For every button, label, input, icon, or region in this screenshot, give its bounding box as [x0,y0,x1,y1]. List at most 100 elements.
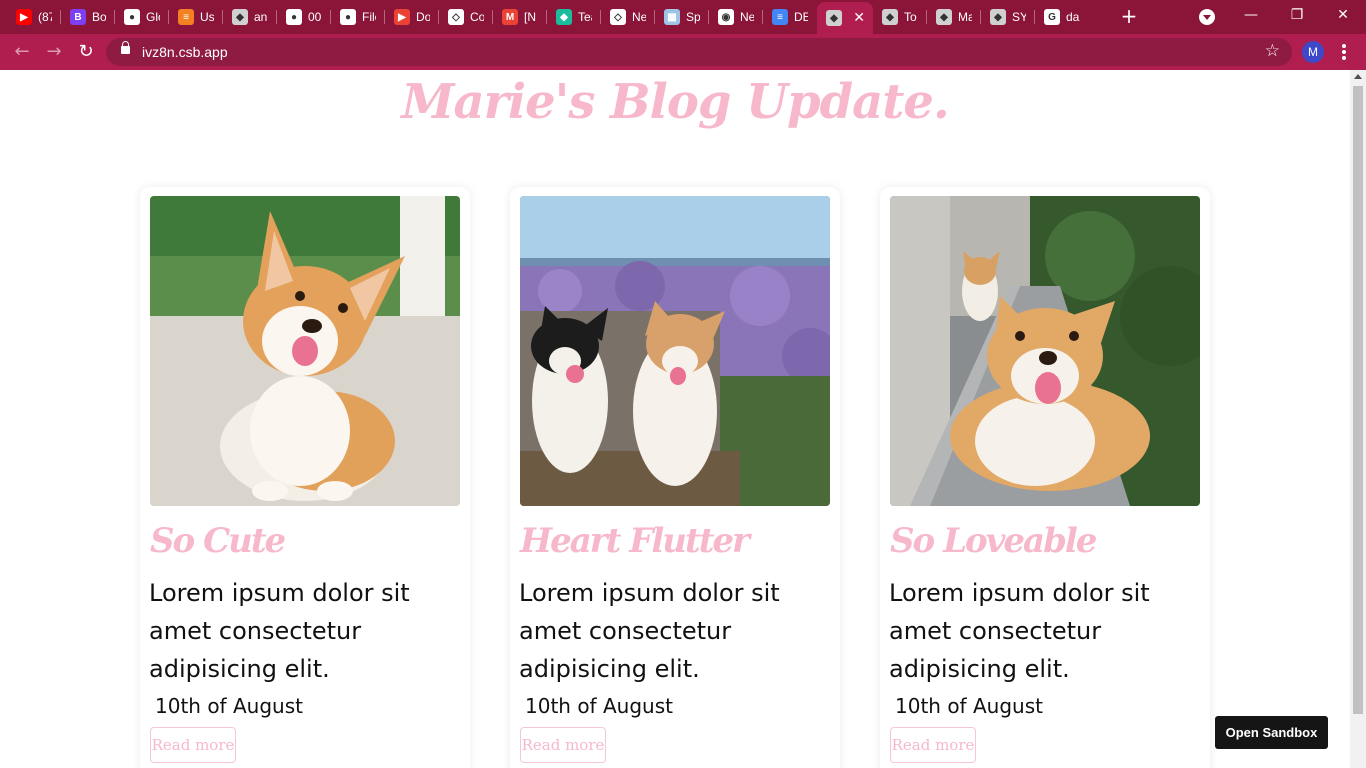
card-date: 10th of August [155,694,303,718]
lock-icon[interactable] [121,41,130,54]
browser-tab[interactable]: ▦ Spr [655,4,709,30]
scroll-up-icon[interactable] [1354,74,1362,79]
card-body: Lorem ipsum dolor sit amet consectetur a… [889,579,1150,683]
browser-tab[interactable]: M [N [493,4,547,30]
browser-tab[interactable]: ◉ Ne [709,4,763,30]
tab-title: Bo [92,10,106,24]
tab-favicon-icon: ● [124,9,140,25]
browser-tab[interactable]: B Bo [61,4,115,30]
blog-title: Marie's Blog Update. [401,74,949,130]
url-text[interactable]: ivz8n.csb.app [142,44,228,60]
tab-title: To [904,10,917,24]
browser-menu-icon[interactable] [1337,44,1351,60]
tab-favicon-icon: ◆ [826,10,842,26]
open-sandbox-button[interactable]: Open Sandbox [1215,716,1328,749]
tab-favicon-icon: ◆ [232,9,248,25]
tab-favicon-icon: ◆ [556,9,572,25]
tab-title: SY [1012,10,1026,24]
browser-tab[interactable]: ≡ DE [763,4,817,30]
tab-favicon-icon: ◇ [610,9,626,25]
back-button[interactable]: ← [10,40,34,64]
browser-tab[interactable]: ● File [331,4,385,30]
tab-favicon-icon: ▦ [664,9,680,25]
tab-title: Spr [686,10,700,24]
profile-avatar[interactable]: M [1302,41,1324,63]
minimize-button[interactable]: — [1228,0,1274,32]
corgi-photo [150,196,460,506]
tab-favicon-icon: ▶ [394,9,410,25]
tab-favicon-icon: ● [340,9,356,25]
browser-tab[interactable]: ◆ SY [981,4,1035,30]
tab-favicon-icon: ◇ [448,9,464,25]
tab-title: [N [524,10,536,24]
card-title: Heart Flutter [520,521,750,561]
browser-tab[interactable]: ◆ Ma [927,4,981,30]
corgis-flowers-photo [520,196,830,506]
page-viewport: Marie's Blog Update. So Cute Lorem ipsum… [0,70,1350,768]
tab-favicon-icon: ◆ [936,9,952,25]
browser-tab[interactable]: ▶ (87 [7,4,61,30]
tab-title: Co [470,10,484,24]
browser-tab[interactable]: ≡ Usi [169,4,223,30]
browser-tab[interactable]: ◆ Tea [547,4,601,30]
tab-favicon-icon: G [1044,9,1060,25]
bookmark-star-icon[interactable]: ☆ [1265,41,1280,61]
tab-title: File [362,10,376,24]
tab-favicon-icon: ≡ [178,9,194,25]
close-window-button[interactable]: ✕ [1320,0,1366,32]
page-scrollbar[interactable] [1350,70,1366,768]
card-title: So Loveable [890,521,1097,561]
tab-title: 00 [308,10,322,24]
new-tab-button[interactable]: + [1118,5,1140,27]
tab-title: Glo [146,10,160,24]
tab-title: (87 [38,10,52,24]
tab-search-icon[interactable] [1199,9,1215,25]
tab-title: da [1066,10,1080,24]
card-body: Lorem ipsum dolor sit amet consectetur a… [149,579,410,683]
blog-card: So Loveable Lorem ipsum dolor sit amet c… [880,187,1210,768]
tab-favicon-icon: M [502,9,518,25]
tab-favicon-icon: B [70,9,86,25]
browser-tab[interactable]: ◆ ✕ [817,2,873,34]
tab-favicon-icon: ◉ [718,9,734,25]
tab-favicon-icon: ● [286,9,302,25]
tab-favicon-icon: ◆ [882,9,898,25]
reload-button[interactable]: ↻ [74,40,98,64]
tab-title: Ma [958,10,972,24]
blog-card: So Cute Lorem ipsum dolor sit amet conse… [140,187,470,768]
address-bar[interactable]: ivz8n.csb.app ☆ [106,38,1292,66]
tab-favicon-icon: ≡ [772,9,788,25]
tab-title: Ne [632,10,646,24]
browser-tab[interactable]: ● Glo [115,4,169,30]
tab-title: DE [794,10,808,24]
card-date: 10th of August [895,694,1043,718]
close-tab-icon[interactable]: ✕ [853,9,865,26]
browser-tab[interactable]: ● 00 [277,4,331,30]
browser-toolbar: ← → ↻ ivz8n.csb.app ☆ [0,34,1366,70]
corgis-path-photo [890,196,1200,506]
card-title: So Cute [150,521,286,561]
tab-favicon-icon: ▶ [16,9,32,25]
browser-tab[interactable]: ▶ Do [385,4,439,30]
tab-strip: ▶ (87 B Bo ● Glo ≡ Usi ◆ an ● 00 ● File ▶ Do ◇ Co M [N ◆ Tea ◇… [0,0,1366,34]
card-date: 10th of August [525,694,673,718]
tab-title: Do [416,10,430,24]
forward-button[interactable]: → [42,40,66,64]
browser-tab[interactable]: ◇ Co [439,4,493,30]
tab-title: Tea [578,10,592,24]
browser-tab[interactable]: ◆ an [223,4,277,30]
browser-tab[interactable]: Gda [1035,4,1089,30]
tab-favicon-icon: ◆ [990,9,1006,25]
tab-title: an [254,10,268,24]
restore-button[interactable]: ❐ [1274,0,1320,32]
scrollbar-thumb[interactable] [1353,86,1363,714]
blog-card: Heart Flutter Lorem ipsum dolor sit amet… [510,187,840,768]
browser-tab[interactable]: ◇ Ne [601,4,655,30]
read-more-button[interactable]: Read more [890,727,976,763]
card-body: Lorem ipsum dolor sit amet consectetur a… [519,579,780,683]
read-more-button[interactable]: Read more [150,727,236,763]
tab-title: Ne [740,10,754,24]
browser-tab[interactable]: ◆ To [873,4,927,30]
tab-title: Usi [200,10,214,24]
read-more-button[interactable]: Read more [520,727,606,763]
